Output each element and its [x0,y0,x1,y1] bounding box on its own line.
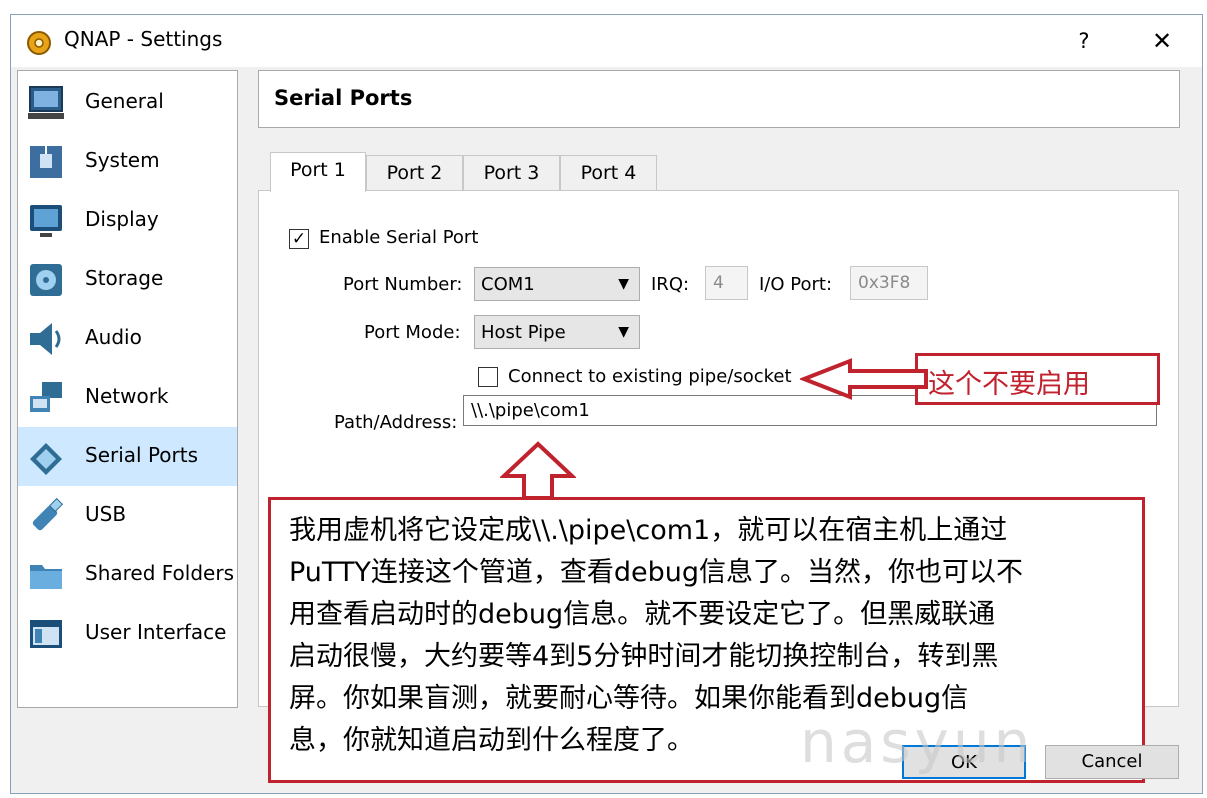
port-mode-label: Port Mode: [364,322,461,343]
path-address-label: Path/Address: [334,412,458,433]
sidebar-item-system[interactable]: System [18,132,237,191]
storage-icon [30,264,62,296]
audio-icon [30,323,61,355]
enable-serial-port-checkbox[interactable]: ✓ [289,229,309,249]
sidebar-item-label: System [85,148,160,172]
cancel-button[interactable]: Cancel [1045,745,1179,779]
annotation-arrow-left [800,358,928,400]
network-icon [30,382,62,412]
usb-icon [32,497,64,531]
annotation-arrow-up [500,441,576,500]
io-port-field[interactable]: 0x3F8 [850,266,928,300]
irq-label: IRQ: [651,274,690,295]
sidebar-item-label: USB [85,502,127,526]
annotation-line: PuTTY连接这个管道，查看debug信息了。当然，你也可以不 [289,557,1024,588]
user-interface-icon [30,620,62,648]
annotation-short-note: 这个不要启用 [915,353,1160,405]
sidebar-item-label: Display [85,207,159,231]
chevron-down-icon: ▼ [618,276,629,292]
watermark: nasyun [800,708,1035,776]
sidebar-item-serial-ports[interactable]: Serial Ports [18,427,237,486]
sidebar-item-storage[interactable]: Storage [18,250,237,309]
annotation-line: 启动很慢，大约要等4到5分钟时间才能切换控制台，转到黑 [289,641,999,672]
enable-serial-port-label: Enable Serial Port [319,227,479,248]
close-button[interactable]: ✕ [1144,25,1180,57]
sidebar-item-audio[interactable]: Audio [18,309,237,368]
tab-port-2[interactable]: Port 2 [366,155,463,191]
sidebar-item-label: General [85,89,164,113]
irq-field[interactable]: 4 [705,266,748,300]
gear-icon [27,31,51,55]
sidebar-item-label: Audio [85,325,142,349]
tab-port-4[interactable]: Port 4 [560,155,657,191]
sidebar-item-general[interactable]: General [18,73,237,132]
sidebar-item-label: Network [85,384,169,408]
serial-ports-icon [30,443,62,475]
connect-existing-label: Connect to existing pipe/socket [508,366,792,387]
annotation-line: 我用虚机将它设定成\\.\pipe\com1，就可以在宿主机上通过 [289,515,1008,546]
window-title: QNAP - Settings [64,27,223,51]
settings-sidebar: General System Display Storage Audio Net… [17,70,238,708]
sidebar-item-shared-folders[interactable]: Shared Folders [18,545,237,604]
tab-port-1[interactable]: Port 1 [270,152,366,192]
port-number-select[interactable]: COM1 ▼ [474,267,640,301]
chevron-down-icon: ▼ [618,324,629,340]
page-title: Serial Ports [274,86,413,110]
port-mode-value: Host Pipe [481,322,566,343]
port-number-label: Port Number: [343,274,463,295]
sidebar-item-label: Storage [85,266,164,290]
tab-port-3[interactable]: Port 3 [463,155,560,191]
section-header: Serial Ports [258,70,1180,128]
sidebar-item-label: User Interface [85,620,227,644]
io-port-label: I/O Port: [759,274,833,295]
connect-existing-checkbox[interactable] [478,367,498,387]
sidebar-item-user-interface[interactable]: User Interface [18,604,237,663]
help-button[interactable]: ? [1066,25,1102,57]
sidebar-item-display[interactable]: Display [18,191,237,250]
annotation-line: 用查看启动时的debug信息。就不要设定它了。但黑威联通 [289,599,996,630]
title-bar: QNAP - Settings ? ✕ [11,15,1202,67]
port-number-value: COM1 [481,274,535,295]
system-icon [30,146,62,178]
general-icon [28,86,64,119]
sidebar-item-network[interactable]: Network [18,368,237,427]
shared-folders-icon [30,565,62,589]
sidebar-item-label: Shared Folders [85,561,234,585]
port-mode-select[interactable]: Host Pipe ▼ [474,315,640,349]
display-icon [30,205,62,237]
sidebar-item-label: Serial Ports [85,443,199,467]
sidebar-item-usb[interactable]: USB [18,486,237,545]
